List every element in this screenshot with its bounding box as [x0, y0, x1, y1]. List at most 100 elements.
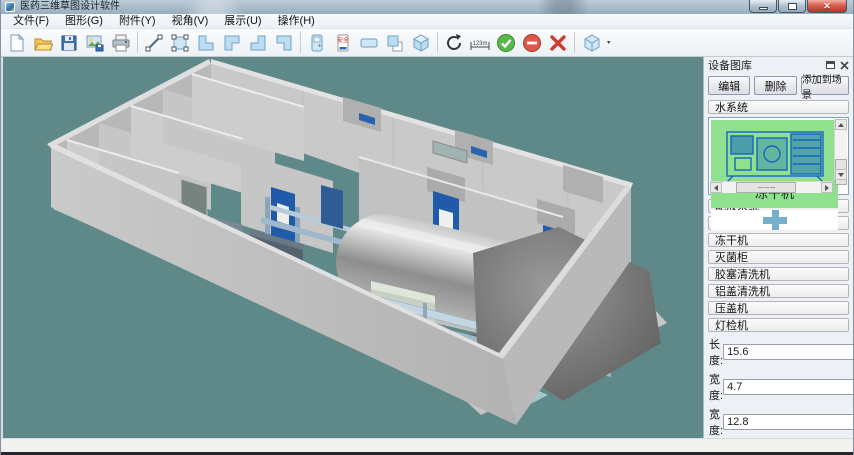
- horizontal-scroll-thumb[interactable]: [736, 182, 796, 193]
- section-water-system[interactable]: 水系统: [708, 100, 849, 114]
- door-tool-icon: [307, 33, 327, 53]
- save-icon: [59, 33, 79, 53]
- line-tool-icon: [144, 33, 164, 53]
- remove-button[interactable]: [519, 31, 545, 55]
- measure-label: 123m: [472, 41, 487, 47]
- toolbar: 安全 123m: [1, 29, 853, 57]
- line-tool-button[interactable]: [141, 31, 167, 55]
- toolbar-separator: [137, 32, 138, 53]
- corner-wall-tool-4-icon: [274, 33, 294, 53]
- width-input[interactable]: [723, 379, 853, 395]
- library-add-item[interactable]: [711, 210, 838, 230]
- statusbar: [1, 438, 853, 452]
- section-stopper-washer[interactable]: 胶塞清洗机: [708, 267, 849, 281]
- overlap-shapes-tool-button[interactable]: [382, 31, 408, 55]
- open-folder-icon: [33, 33, 53, 53]
- print-icon: [111, 33, 131, 53]
- confirm-check-icon: [496, 33, 516, 53]
- panel-close-icon[interactable]: [840, 61, 849, 70]
- titlebar[interactable]: 医药三维草图设计软件 ✕: [1, 0, 853, 14]
- section-cap-washer[interactable]: 铝盖清洗机: [708, 284, 849, 298]
- menu-attachments[interactable]: 附件(Y): [111, 14, 164, 29]
- add-plus-icon: [763, 210, 787, 230]
- export-image-button[interactable]: [82, 31, 108, 55]
- measure-icon: 123m: [469, 33, 491, 53]
- safety-exit-tool-button[interactable]: 安全: [330, 31, 356, 55]
- length-field-row: 长度:: [709, 336, 848, 368]
- open-button[interactable]: [30, 31, 56, 55]
- polygon-tool-button[interactable]: [167, 31, 193, 55]
- panel-title: 设备图库: [708, 57, 752, 73]
- scroll-right-button[interactable]: [821, 182, 833, 193]
- toolbar-separator: [574, 32, 575, 53]
- section-freeze-dryer[interactable]: 冻干机: [708, 233, 849, 247]
- measure-tool-button[interactable]: 123m: [467, 31, 493, 55]
- corner-wall-tool-4-button[interactable]: [271, 31, 297, 55]
- window-tool-icon: [359, 33, 379, 53]
- freeze-dryer-cad-thumbnail: [723, 122, 827, 186]
- panel-button-row: 编辑 删除 添加到场景: [704, 73, 853, 98]
- safety-exit-sign-icon: 安全: [333, 33, 353, 53]
- corner-wall-tool-2-icon: [222, 33, 242, 53]
- library-list: 冻干机: [708, 117, 849, 195]
- close-icon: ✕: [823, 2, 831, 11]
- export-image-icon: [85, 33, 105, 53]
- confirm-button[interactable]: [493, 31, 519, 55]
- corner-wall-tool-1-button[interactable]: [193, 31, 219, 55]
- delete-button-toolbar[interactable]: [545, 31, 571, 55]
- viewport-3d[interactable]: [1, 57, 703, 438]
- section-capping-machine[interactable]: 压盖机: [708, 301, 849, 315]
- window-tool-button[interactable]: [356, 31, 382, 55]
- width-label: 宽度:: [709, 371, 723, 403]
- new-file-icon: [7, 33, 27, 53]
- print-button[interactable]: [108, 31, 134, 55]
- minimize-icon: [759, 7, 768, 10]
- width-field-row: 宽度:: [709, 371, 848, 403]
- machine-cabinet-blue: [321, 185, 343, 229]
- equipment-library-panel: 设备图库 编辑 删除 添加到场景 水系统: [703, 57, 853, 438]
- menu-view-angle[interactable]: 视角(V): [164, 14, 217, 29]
- panel-float-icon[interactable]: [826, 61, 835, 69]
- remove-minus-icon: [522, 33, 542, 53]
- scroll-left-button[interactable]: [710, 182, 722, 193]
- section-light-inspector[interactable]: 灯检机: [708, 318, 849, 332]
- length-input[interactable]: [723, 344, 853, 360]
- toolbar-separator: [300, 32, 301, 53]
- menu-file[interactable]: 文件(F): [5, 14, 57, 29]
- menu-graphics[interactable]: 图形(G): [57, 14, 111, 29]
- section-sterilizer-cabinet[interactable]: 灭菌柜: [708, 250, 849, 264]
- library-vertical-scrollbar[interactable]: [834, 119, 847, 180]
- cube-tool-button[interactable]: [408, 31, 434, 55]
- corner-wall-tool-2-button[interactable]: [219, 31, 245, 55]
- cube-tool-icon: [411, 33, 431, 53]
- view-cube-icon: [580, 33, 614, 53]
- menu-display[interactable]: 展示(U): [216, 14, 269, 29]
- add-to-scene-button[interactable]: 添加到场景: [801, 76, 849, 95]
- application-window: 医药三维草图设计软件 ✕ 文件(F) 图形(G) 附件(Y) 视角(V) 展示(…: [0, 0, 854, 455]
- rotate-tool-button[interactable]: [441, 31, 467, 55]
- close-button[interactable]: ✕: [807, 0, 847, 13]
- maximize-button[interactable]: [778, 0, 806, 13]
- minimize-button[interactable]: [749, 0, 777, 13]
- new-file-button[interactable]: [4, 31, 30, 55]
- toolbar-separator: [437, 32, 438, 53]
- save-button[interactable]: [56, 31, 82, 55]
- delete-x-icon: [548, 33, 568, 53]
- width2-label: 宽度:: [709, 406, 723, 438]
- window-title: 医药三维草图设计软件: [20, 0, 120, 14]
- length-label: 长度:: [709, 336, 723, 368]
- corner-wall-tool-3-button[interactable]: [245, 31, 271, 55]
- scroll-down-button[interactable]: [835, 169, 847, 180]
- view-cube-dropdown-button[interactable]: [578, 31, 616, 55]
- overlap-shapes-icon: [385, 33, 405, 53]
- library-horizontal-scrollbar[interactable]: [710, 181, 833, 193]
- safety-sign-text: 安全: [337, 36, 349, 44]
- delete-button[interactable]: 删除: [754, 76, 796, 95]
- width2-input[interactable]: [723, 414, 853, 430]
- polygon-tool-icon: [170, 33, 190, 53]
- library-item-freeze-dryer[interactable]: 冻干机: [711, 120, 838, 208]
- edit-button[interactable]: 编辑: [708, 76, 750, 95]
- door-tool-button[interactable]: [304, 31, 330, 55]
- menu-operations[interactable]: 操作(H): [270, 14, 323, 29]
- scroll-up-button[interactable]: [835, 119, 847, 130]
